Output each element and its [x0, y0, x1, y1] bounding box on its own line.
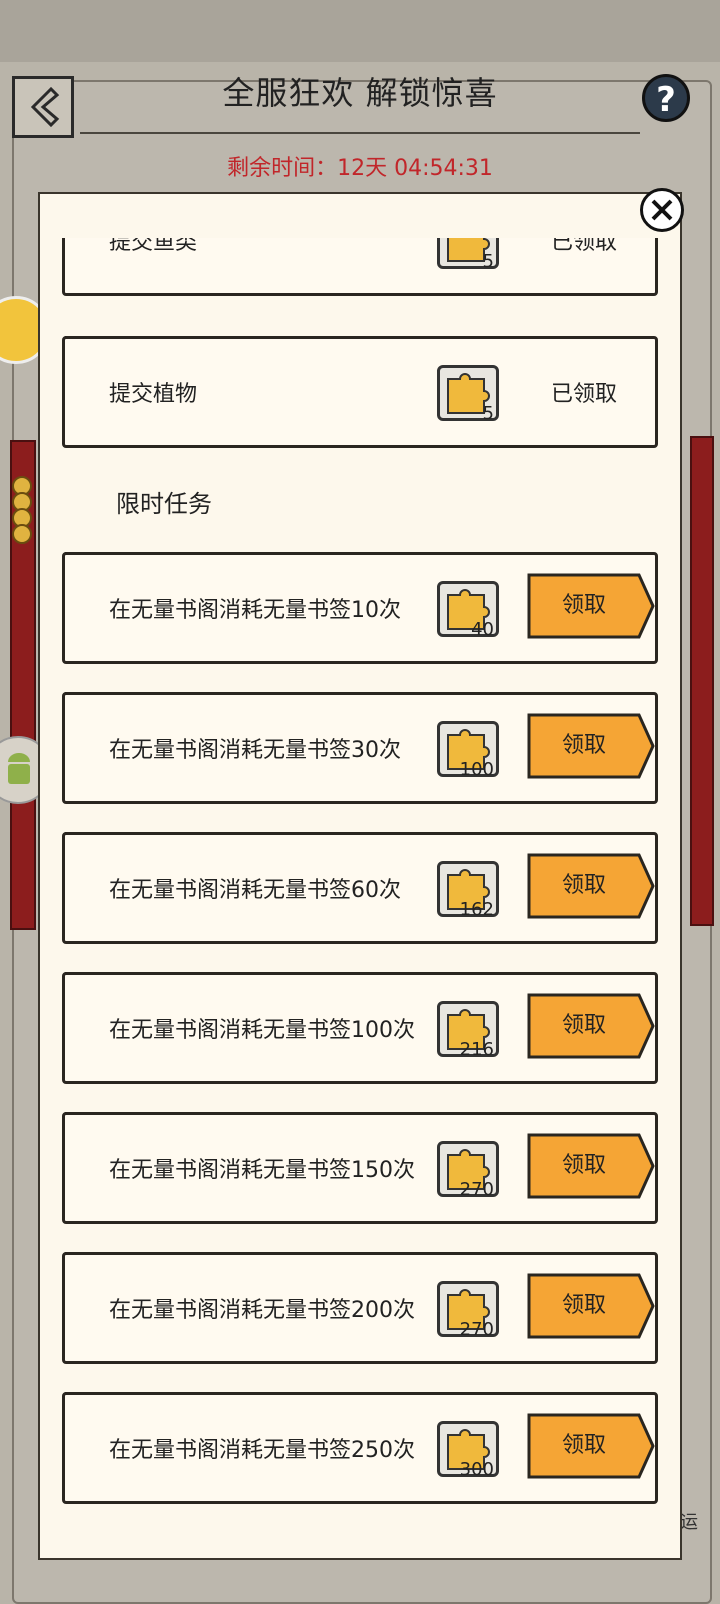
reward-count: 216: [459, 1039, 494, 1060]
countdown-timer: 剩余时间：12天 04:54:31: [227, 156, 493, 181]
reward-puzzle: 5: [437, 238, 499, 272]
claim-button-label: 领取: [561, 593, 606, 618]
task-label: 在无量书阁消耗无量书签250次: [109, 1438, 415, 1463]
limited-task-card: 在无量书阁消耗无量书签250次 300 领取: [62, 1392, 658, 1504]
side-label: 运: [680, 1512, 698, 1533]
reward-puzzle: 100: [437, 721, 499, 780]
reward-puzzle: 270: [437, 1141, 499, 1200]
claim-button[interactable]: 领取: [527, 853, 655, 919]
reward-count: 270: [459, 1319, 494, 1340]
claim-button-label: 领取: [561, 733, 606, 758]
task-label: 在无量书阁消耗无量书签30次: [109, 738, 401, 763]
reward-count: 270: [459, 1179, 494, 1200]
claim-button[interactable]: 领取: [527, 993, 655, 1059]
claim-button-label: 领取: [561, 1153, 606, 1178]
task-label: 提交植物: [109, 382, 198, 407]
reward-count: 100: [459, 759, 494, 780]
reward-count: 162: [459, 899, 494, 920]
claim-button[interactable]: 领取: [527, 1273, 655, 1339]
limited-task-card: 在无量书阁消耗无量书签10次 40 领取: [62, 552, 658, 664]
limited-task-card: 在无量书阁消耗无量书签30次 100 领取: [62, 692, 658, 804]
reward-count: 5: [482, 403, 494, 424]
claimed-status: 已领取: [551, 238, 618, 255]
task-card-fish: 提交鱼类 5 已领取: [62, 238, 658, 296]
claim-button[interactable]: 领取: [527, 1413, 655, 1479]
reward-puzzle: 162: [437, 861, 499, 920]
task-card-plant: 提交植物 5 已领取: [62, 336, 658, 448]
reward-puzzle: 300: [437, 1421, 499, 1480]
claim-button-label: 领取: [561, 1433, 606, 1458]
reward-count: 5: [482, 251, 494, 272]
claim-button-label: 领取: [561, 1293, 606, 1318]
coin-icon: [12, 524, 32, 544]
task-label: 在无量书阁消耗无量书签10次: [109, 598, 401, 623]
limited-task-card: 在无量书阁消耗无量书签200次 270 领取: [62, 1252, 658, 1364]
background-top: [0, 0, 720, 62]
task-label: 在无量书阁消耗无量书签200次: [109, 1298, 415, 1323]
page-title: 全服狂欢 解锁惊喜: [222, 74, 498, 112]
right-scroll-decoration: [690, 436, 714, 926]
claim-button-label: 领取: [561, 873, 606, 898]
reward-puzzle: 216: [437, 1001, 499, 1060]
task-label: 提交鱼类: [109, 238, 198, 255]
claim-button[interactable]: 领取: [527, 573, 655, 639]
claim-button[interactable]: 领取: [527, 713, 655, 779]
task-label: 在无量书阁消耗无量书签150次: [109, 1158, 415, 1183]
limited-task-card: 在无量书阁消耗无量书签150次 270 领取: [62, 1112, 658, 1224]
claim-button-label: 领取: [561, 1013, 606, 1038]
limited-task-card: 在无量书阁消耗无量书签60次 162 领取: [62, 832, 658, 944]
reward-puzzle: 40: [437, 581, 499, 640]
limited-task-card: 在无量书阁消耗无量书签100次 216 领取: [62, 972, 658, 1084]
reward-puzzle: 270: [437, 1281, 499, 1340]
claimed-status: 已领取: [551, 382, 618, 407]
header-divider: [80, 132, 640, 134]
close-icon: [651, 199, 673, 221]
task-label: 在无量书阁消耗无量书签60次: [109, 878, 401, 903]
close-button[interactable]: [640, 188, 684, 232]
reward-count: 300: [459, 1459, 494, 1480]
reward-count: 40: [471, 619, 494, 640]
task-list[interactable]: 提交鱼类 5 已领取 提交植物 5 已领取 限时任务 在无量书阁消耗无量书签10…: [38, 238, 682, 1556]
help-button[interactable]: ?: [642, 74, 690, 122]
task-label: 在无量书阁消耗无量书签100次: [109, 1018, 415, 1043]
claim-button[interactable]: 领取: [527, 1133, 655, 1199]
reward-puzzle: 5: [437, 365, 499, 424]
section-title-limited: 限时任务: [116, 490, 212, 518]
